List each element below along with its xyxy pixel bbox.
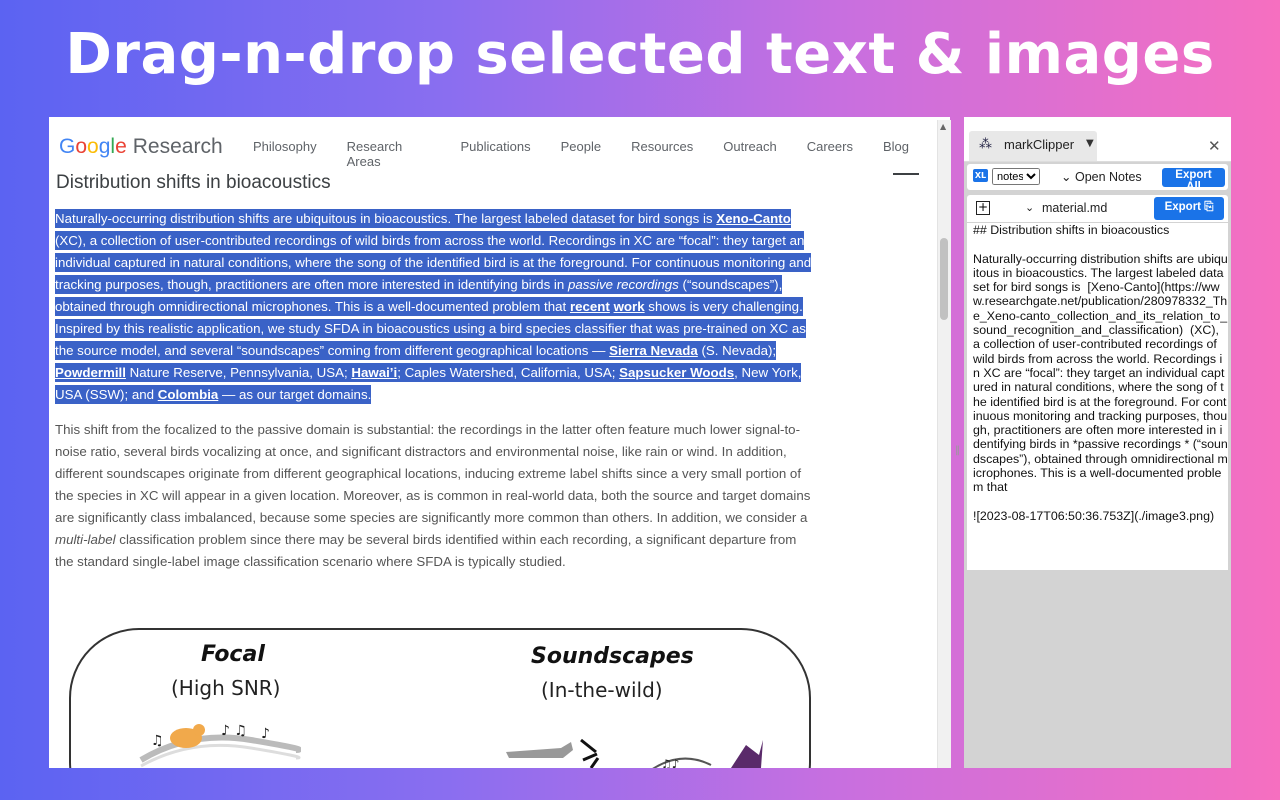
- add-note-icon[interactable]: +: [976, 201, 990, 215]
- logo-letter: o: [75, 135, 88, 158]
- nav-people[interactable]: People: [561, 139, 601, 169]
- link-recent[interactable]: recent: [570, 299, 610, 314]
- active-nav-indicator: [893, 173, 919, 175]
- file-dropdown-icon[interactable]: ⌄: [1025, 201, 1034, 214]
- file-export-icon: ⎘: [1204, 201, 1214, 213]
- link-sierra-nevada[interactable]: Sierra Nevada: [609, 343, 698, 358]
- notes-select[interactable]: notes: [992, 168, 1040, 185]
- main-nav: Philosophy Research Areas Publications P…: [253, 139, 939, 169]
- markclipper-panel: ⁂ markClipper ▼ ✕ XL notes ⌄ Open Notes …: [964, 117, 1231, 768]
- tab-dropdown-icon[interactable]: ▼: [1086, 138, 1094, 149]
- section-heading: Distribution shifts in bioacoustics: [56, 172, 331, 193]
- nav-outreach[interactable]: Outreach: [723, 139, 776, 169]
- body-paragraph: This shift from the focalized to the pas…: [55, 419, 815, 573]
- link-powdermill[interactable]: Powdermill: [55, 365, 126, 380]
- nav-blog[interactable]: Blog: [883, 139, 909, 169]
- text-run: This shift from the focalized to the pas…: [55, 422, 811, 525]
- bird-song-illustration: ♪ ♫ ♫ ♪: [139, 723, 301, 768]
- selected-paragraph[interactable]: Naturally-occurring distribution shifts …: [55, 208, 815, 406]
- nav-research-areas[interactable]: Research Areas: [347, 139, 431, 169]
- text-run: Nature Reserve, Pennsylvania, USA;: [125, 365, 352, 380]
- resize-handle-icon[interactable]: ‖: [955, 445, 960, 456]
- panel-header: ⁂ markClipper ▼ ✕: [964, 117, 1231, 162]
- text-run: — as our target domains.: [218, 387, 372, 402]
- emphasis: passive recordings: [567, 277, 679, 292]
- nav-resources[interactable]: Resources: [631, 139, 693, 169]
- site-header: Google Research Philosophy Research Areas…: [49, 117, 939, 175]
- nav-publications[interactable]: Publications: [461, 139, 531, 169]
- notes-toolbar: XL notes ⌄ Open Notes Export All: [967, 164, 1228, 193]
- emphasis: multi-label: [55, 532, 116, 547]
- svg-text:♫: ♫: [151, 733, 164, 749]
- text-run: classification problem since there may b…: [55, 532, 797, 569]
- panel-tab-title: markClipper: [1004, 137, 1075, 152]
- link-xeno-canto[interactable]: Xeno-Canto: [716, 211, 791, 226]
- domain-figure[interactable]: Focal (High SNR) Soundscapes (In-the-wil…: [69, 628, 811, 768]
- file-name[interactable]: material.md: [1042, 201, 1107, 215]
- figure-focal-subtitle: (High SNR): [171, 676, 281, 700]
- markdown-editor[interactable]: ## Distribution shifts in bioacoustics N…: [967, 223, 1228, 570]
- logo-letter: o: [87, 135, 99, 158]
- logo-letter: G: [59, 135, 76, 158]
- logo-letter: e: [115, 135, 127, 158]
- text-run: Naturally-occurring distribution shifts …: [55, 211, 717, 226]
- logo-letter: g: [98, 135, 111, 158]
- notes-app-icon: XL: [973, 169, 988, 182]
- scrollbar-thumb[interactable]: [940, 238, 948, 320]
- google-research-logo[interactable]: Google Research: [59, 135, 223, 159]
- link-colombia[interactable]: Colombia: [158, 387, 219, 402]
- export-all-button[interactable]: Export All: [1162, 168, 1225, 193]
- figure-focal-title: Focal: [201, 642, 265, 667]
- open-notes-button[interactable]: ⌄ Open Notes: [1061, 169, 1142, 184]
- markclipper-icon: ⁂: [979, 137, 992, 152]
- chevron-down-icon: ⌄: [1061, 170, 1072, 184]
- figure-soundscapes-subtitle: (In-the-wild): [541, 678, 663, 702]
- soundscape-illustration: ♫♪: [506, 738, 763, 768]
- svg-text:♫♪: ♫♪: [661, 757, 679, 768]
- export-button[interactable]: Export ⎘: [1154, 197, 1224, 220]
- file-toolbar: + ⌄ material.md Export ⎘: [967, 195, 1228, 222]
- panel-tab[interactable]: ⁂ markClipper ▼: [969, 131, 1097, 161]
- open-notes-label: Open Notes: [1074, 170, 1142, 184]
- text-run: ; Caples Watershed, California, USA;: [397, 365, 620, 380]
- link-sapsucker-woods[interactable]: Sapsucker Woods: [619, 365, 734, 380]
- nav-philosophy[interactable]: Philosophy: [253, 139, 317, 169]
- page-scrollbar[interactable]: ▲: [937, 120, 951, 768]
- svg-text:♪: ♪: [261, 726, 270, 742]
- scroll-up-arrow-icon[interactable]: ▲: [940, 122, 946, 131]
- figure-soundscapes-title: Soundscapes: [531, 644, 694, 669]
- browser-page: Google Research Philosophy Research Areas…: [49, 117, 950, 768]
- link-hawaii[interactable]: Hawai’i: [351, 365, 397, 380]
- link-work[interactable]: work: [614, 299, 645, 314]
- text-run: (S. Nevada);: [697, 343, 777, 358]
- export-label: Export: [1164, 201, 1201, 213]
- nav-careers[interactable]: Careers: [807, 139, 853, 169]
- svg-text:♪ ♫: ♪ ♫: [221, 723, 247, 739]
- logo-research-text: Research: [132, 135, 223, 158]
- close-icon[interactable]: ✕: [1208, 137, 1221, 155]
- headline: Drag-n-drop selected text & images: [65, 22, 1215, 87]
